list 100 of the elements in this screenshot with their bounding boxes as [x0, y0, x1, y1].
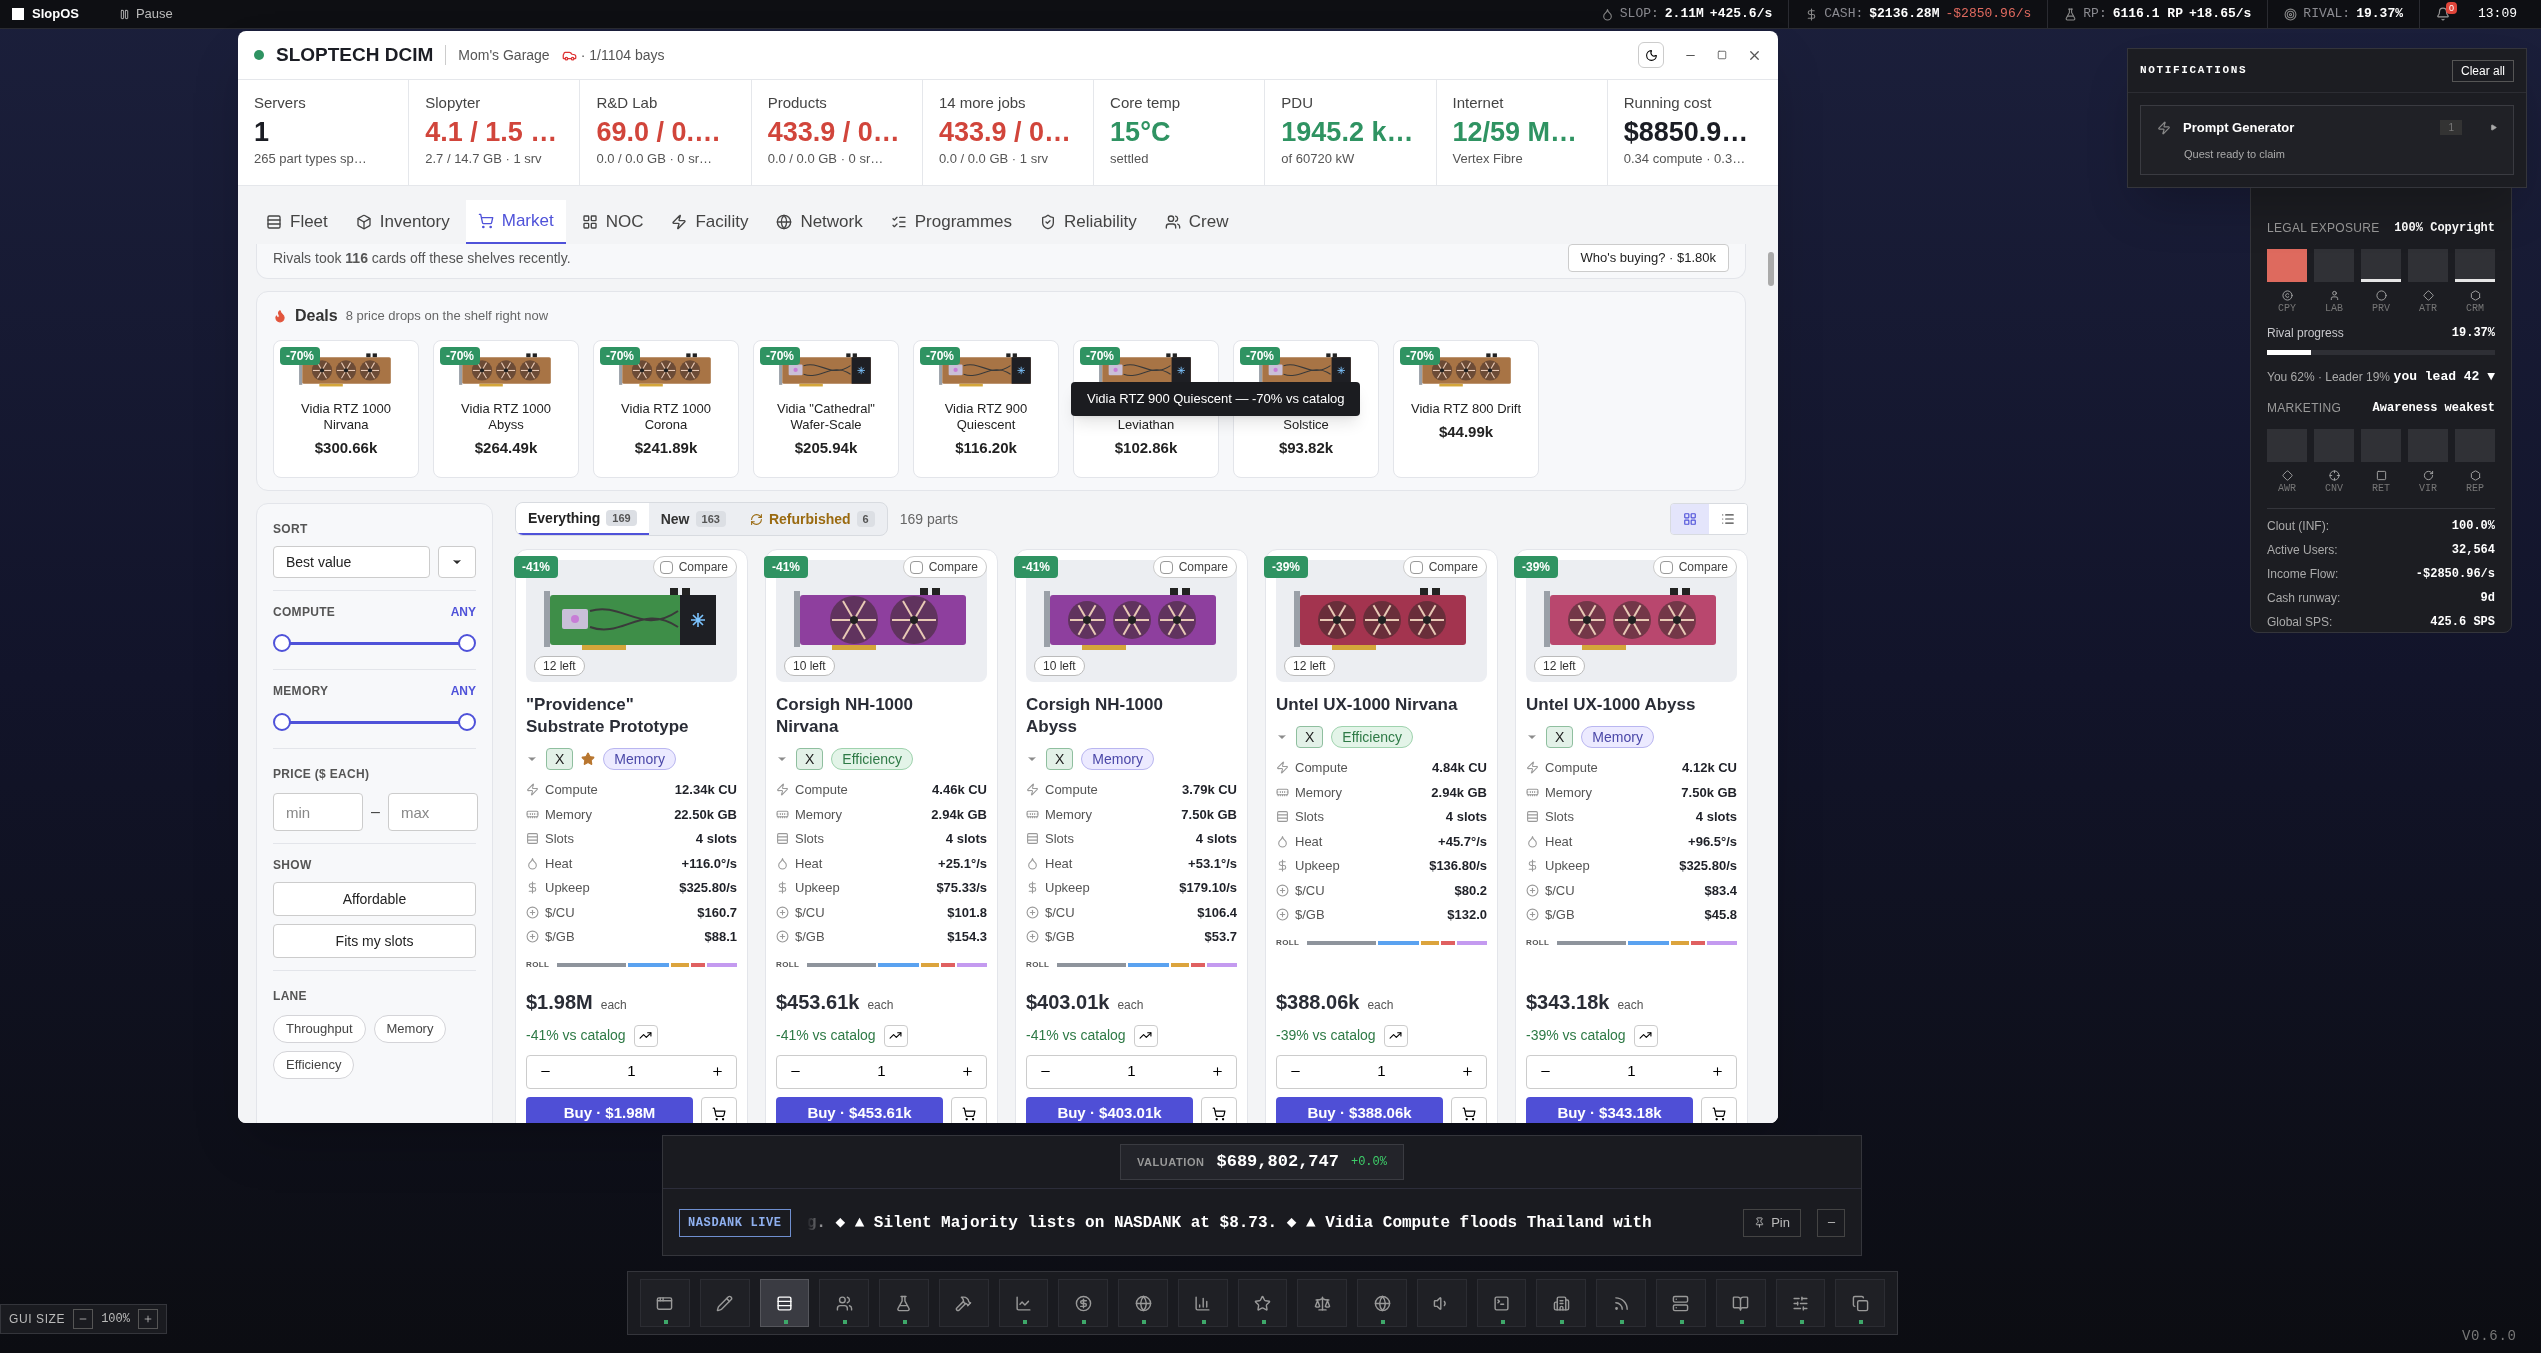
valuation-value: $689,802,747	[1216, 1151, 1339, 1174]
deal-badge: -70%	[440, 347, 480, 365]
spec-value: +45.7°/s	[1438, 832, 1487, 851]
stat-subtext: 265 part types sp…	[254, 149, 368, 168]
stat-label: PDU	[1281, 93, 1314, 113]
bay-count: · 1/1104 bays	[580, 45, 665, 65]
deal-price: $44.99k	[1438, 422, 1494, 442]
stat-label: Servers	[254, 93, 307, 113]
discount-badge: -39%	[1264, 556, 1308, 578]
spec-label: $/GB	[1545, 906, 1575, 924]
spec-value: 4.12k CU	[1682, 759, 1737, 777]
deal-price: $102.86k	[1114, 438, 1178, 458]
spec-label: $/CU	[1545, 881, 1575, 900]
gui-size-value: 100%	[101, 1311, 130, 1328]
notification-badge: 0	[2446, 2, 2457, 14]
stock-pill: 10 left	[1034, 656, 1085, 676]
spec-value: $160.7	[697, 903, 737, 922]
stat-label: Products	[767, 93, 828, 113]
spec-label: Heat	[1295, 832, 1323, 851]
tier-tag: X	[546, 748, 574, 770]
stat-value: 6116.1 RP	[2112, 5, 2183, 24]
metric-value: 32,564	[2451, 541, 2495, 559]
filter-label: LANE	[273, 989, 307, 1003]
stat-subtext: settled	[1110, 149, 1150, 168]
spec-value: 3.79k CU	[1182, 781, 1237, 799]
spec-value: +53.1°/s	[1188, 854, 1237, 873]
tier-tag: X	[1546, 726, 1574, 748]
catalog-comparison: -41% vs catalog	[1026, 1026, 1126, 1045]
stat-label: SLOP:	[1619, 5, 1659, 24]
metric-value: 425.6 SPS	[2430, 613, 2495, 631]
discount-badge: -39%	[1514, 556, 1558, 578]
spec-label: Upkeep	[1545, 857, 1590, 875]
spec-label: Memory	[1545, 783, 1592, 802]
spec-label: $/GB	[795, 928, 825, 946]
spec-label: Heat	[1045, 854, 1073, 873]
spec-value: 4 slots	[945, 830, 987, 848]
section-label: LEGAL EXPOSURE	[2267, 220, 2380, 237]
count-badge: 163	[695, 510, 726, 528]
category-code: AWR	[2278, 481, 2296, 496]
spec-label: Compute	[1295, 759, 1348, 777]
spec-value: $83.4	[1704, 881, 1737, 900]
valuation-label: VALUATION	[1137, 1154, 1205, 1170]
spec-value: $179.10/s	[1179, 879, 1237, 897]
spec-value: $325.80/s	[1679, 857, 1737, 875]
rival-progress-label: Rival progress	[2267, 325, 2344, 342]
metric-label: Income Flow:	[2267, 565, 2339, 583]
stat-value: 12/59 M…	[1452, 115, 1579, 149]
price-unit: each	[867, 996, 894, 1014]
product-name: Corsigh NH-1000 Abyss	[1026, 694, 1164, 738]
parts-count: 169 parts	[899, 509, 959, 529]
stat-label: RIVAL:	[2303, 5, 2351, 24]
valuation-change: +0.0%	[1350, 1154, 1387, 1171]
deal-name: Solstice	[1283, 416, 1329, 433]
spec-label: $/GB	[1045, 928, 1075, 946]
metric-value: -$2850.96/s	[2415, 565, 2495, 583]
discount-badge: -41%	[514, 556, 558, 578]
version-label: V0.6.0	[2462, 1327, 2517, 1346]
spec-label: Upkeep	[1045, 879, 1090, 897]
category-code: VIR	[2419, 481, 2437, 496]
deal-name: Vidia "Cathedral" Wafer-Scale	[777, 401, 875, 433]
spec-label: Compute	[1545, 759, 1598, 777]
product-name: Untel UX-1000 Abyss	[1526, 694, 1697, 716]
spec-value: $80.2	[1454, 881, 1487, 900]
category-code: RET	[2372, 481, 2390, 496]
product-name: Untel UX-1000 Nirvana	[1276, 694, 1459, 716]
spec-value: $101.8	[947, 903, 987, 922]
spec-value: 12.34k CU	[674, 781, 737, 799]
clock: 13:09	[2477, 5, 2518, 24]
spec-label: Heat	[1545, 832, 1573, 851]
spec-value: 7.50k GB	[1181, 805, 1237, 824]
price: $1.98M	[526, 989, 593, 1015]
quantity-value: 1	[1377, 1061, 1386, 1082]
lane-tag: Memory	[1081, 748, 1154, 770]
price-unit: each	[1617, 996, 1644, 1014]
category-code: LAB	[2325, 302, 2343, 316]
standing-text: You 62% · Leader 19%	[2267, 368, 2390, 386]
deal-name: Leviathan	[1117, 416, 1175, 433]
deal-name: Vidia RTZ 900 Quiescent	[944, 401, 1028, 433]
spec-label: $/CU	[1295, 881, 1325, 900]
spec-label: $/GB	[545, 928, 575, 946]
spec-label: $/GB	[1295, 906, 1325, 924]
roll-label: ROLL	[776, 958, 800, 971]
spec-label: Upkeep	[1295, 857, 1340, 875]
stat-delta: +425.6/s	[1709, 5, 1773, 24]
product-name: Corsigh NH-1000 Nirvana	[776, 694, 914, 738]
stat-label: Core temp	[1110, 93, 1182, 113]
stat-subtext: of 60720 kW	[1281, 149, 1356, 168]
range-reading: ANY	[450, 604, 476, 621]
spec-label: Heat	[795, 854, 823, 873]
catalog-comparison: -41% vs catalog	[526, 1026, 626, 1045]
filter-label: MEMORY	[273, 683, 329, 700]
stat-label: Internet	[1452, 93, 1505, 113]
spec-value: +116.0°/s	[681, 854, 737, 873]
price-unit: each	[1117, 996, 1144, 1014]
price: $403.01k	[1026, 989, 1110, 1015]
stat-subtext: Vertex Fibre	[1452, 149, 1524, 168]
spec-value: $75.33/s	[936, 879, 987, 897]
stat-value: 4.1 / 1.5 …	[425, 115, 559, 149]
tier-tag: X	[1046, 748, 1074, 770]
spec-label: Heat	[545, 854, 573, 873]
